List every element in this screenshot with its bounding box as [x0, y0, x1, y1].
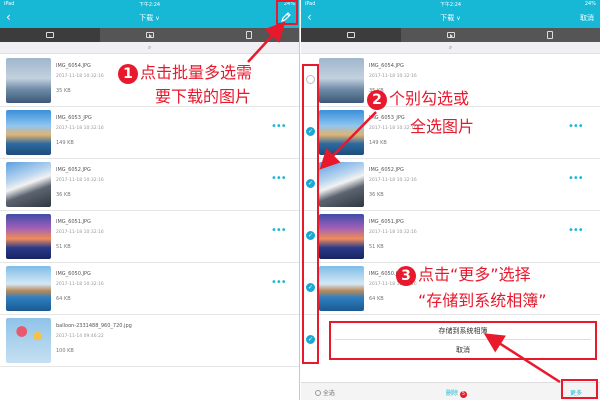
step-number-badge: 1	[118, 64, 138, 84]
arrow-step2	[319, 111, 377, 170]
arrow-step1	[247, 21, 286, 63]
annotation-step2: 2 个别勾选或	[367, 88, 469, 110]
annotation-step1-line1: 点击批量多选需	[140, 63, 253, 82]
annotation-step2-line2: 全选图片	[410, 117, 475, 136]
step-number-badge: 3	[396, 266, 416, 286]
annotation-step3: 3 点击“更多”选择	[396, 264, 531, 286]
step-number-badge: 2	[367, 90, 387, 110]
arrow-step3	[483, 333, 561, 384]
annotation-step1: 1 点击批量多选需	[118, 62, 252, 84]
annotation-step3-line2: “存储到系统相簿”	[418, 291, 547, 310]
annotation-step1-line2: 要下载的图片	[155, 87, 252, 106]
annotation-step2-line1: 个别勾选或	[389, 89, 470, 108]
annotation-step3-line1: 点击“更多”选择	[418, 265, 531, 284]
annotation-arrows	[247, 21, 561, 384]
